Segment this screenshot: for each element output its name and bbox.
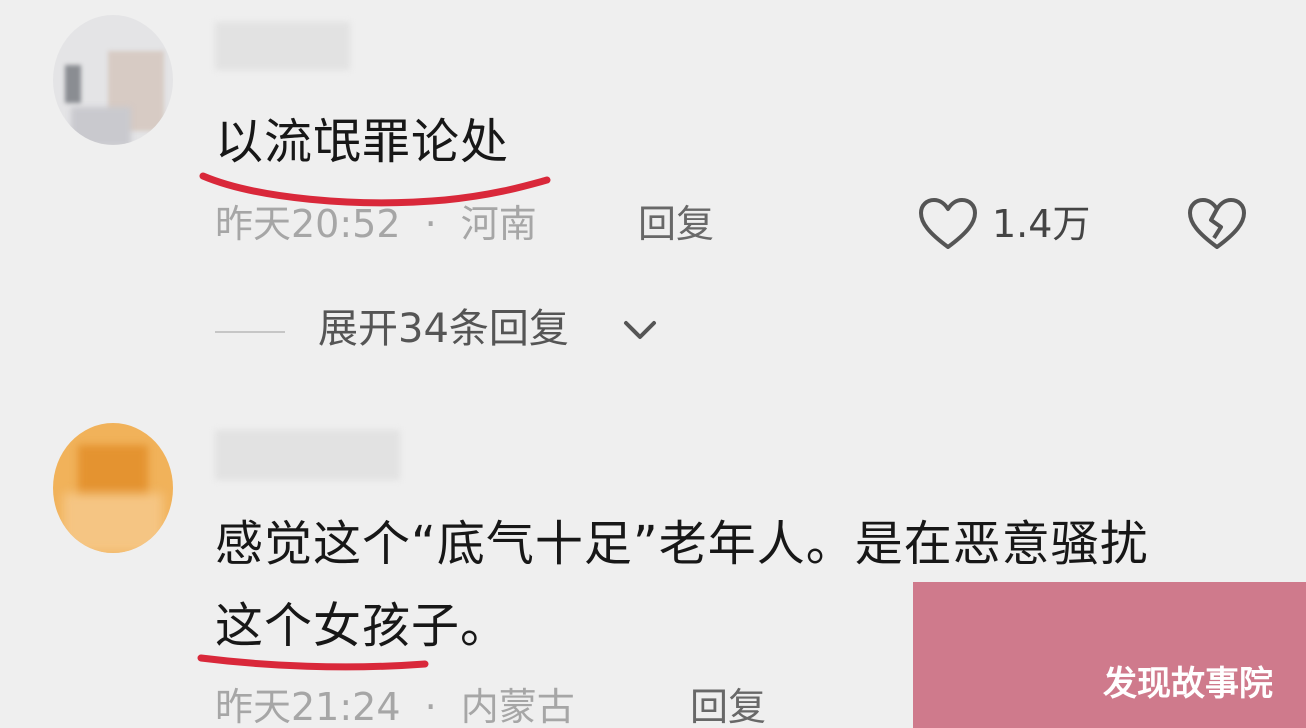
heart-outline-icon[interactable]	[917, 196, 979, 252]
comment-text: 以流氓罪论处	[215, 114, 510, 170]
broken-heart-icon[interactable]	[1186, 196, 1248, 252]
username-blurred	[215, 22, 350, 70]
expand-replies-button[interactable]: 展开34条回复	[318, 309, 569, 349]
reply-button[interactable]: 回复	[690, 688, 766, 726]
red-underline-annotation	[197, 654, 429, 671]
meta-separator: ·	[424, 202, 437, 246]
comment-text-line2: 这个女孩子。	[215, 598, 510, 654]
expand-divider	[215, 331, 285, 333]
username-blurred	[215, 430, 400, 480]
avatar[interactable]	[53, 15, 173, 145]
comment-location: 内蒙古	[460, 685, 575, 728]
comment-time: 昨天21:24	[215, 685, 401, 728]
comment-time: 昨天20:52	[215, 202, 401, 246]
watermark-text: 发现故事院	[1103, 664, 1273, 704]
chevron-down-icon[interactable]	[622, 318, 658, 344]
like-count: 1.4万	[992, 202, 1091, 246]
comment-location: 河南	[460, 202, 537, 246]
watermark-overlay	[913, 582, 1306, 728]
comment-text-line1: 感觉这个“底气十足”老年人。是在恶意骚扰	[215, 516, 1149, 572]
comment-meta: 昨天20:52 · 河南	[215, 205, 537, 243]
reply-button[interactable]: 回复	[638, 205, 714, 243]
comment-section: 以流氓罪论处 昨天20:52 · 河南 回复 1.4万 展开34条回复 感觉这个…	[0, 0, 1306, 728]
comment-meta: 昨天21:24 · 内蒙古	[215, 688, 575, 726]
meta-separator: ·	[424, 685, 437, 728]
avatar[interactable]	[53, 423, 173, 553]
